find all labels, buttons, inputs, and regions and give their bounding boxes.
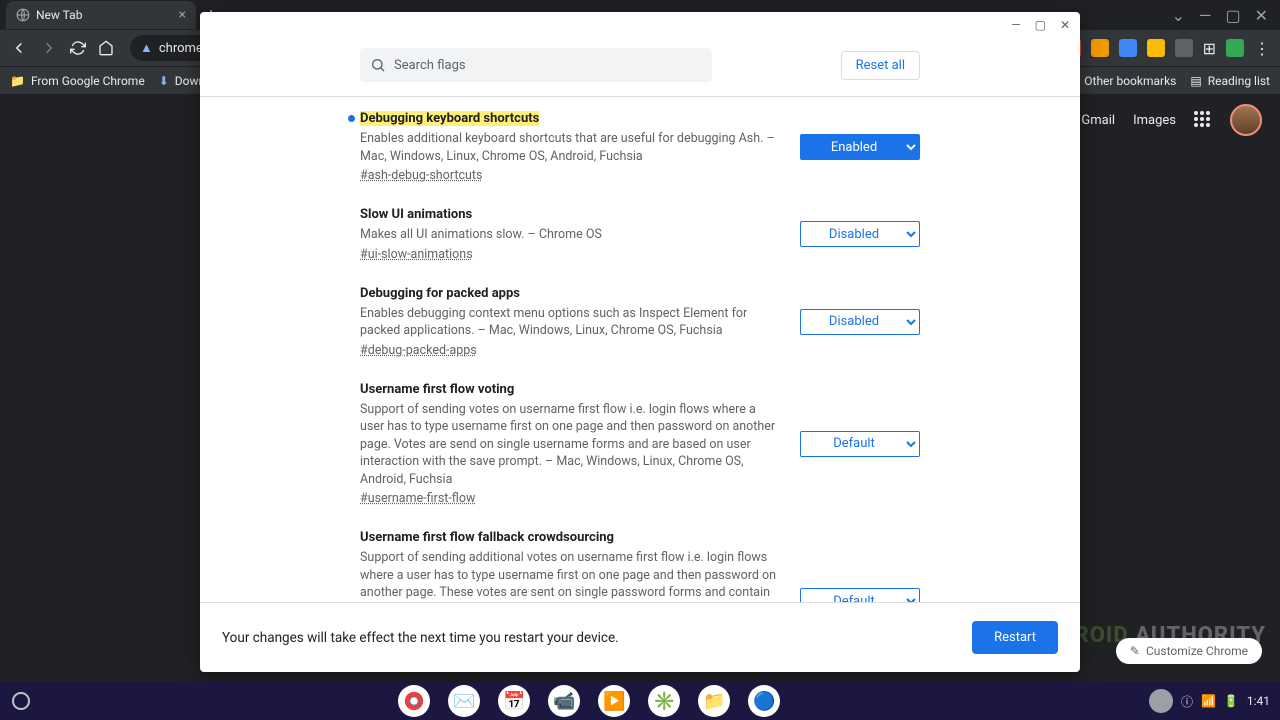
flags-window: — ▢ ✕ Search flags Reset all Debugging k… bbox=[200, 12, 1080, 672]
pencil-icon: ✎ bbox=[1130, 644, 1140, 658]
search-icon bbox=[370, 57, 386, 73]
flag-item: Slow UI animations Makes all UI animation… bbox=[360, 207, 920, 262]
other-bookmarks[interactable]: 📁 Other bookmarks bbox=[1063, 74, 1176, 88]
clock: 1:41 bbox=[1247, 694, 1270, 708]
flag-title: Username first flow voting bbox=[360, 382, 782, 397]
window-controls: ⌄ — ▢ ✕ bbox=[1172, 6, 1280, 25]
flag-anchor[interactable]: #username-first-flow bbox=[360, 491, 782, 506]
photos-app-icon[interactable]: ✳️ bbox=[648, 685, 680, 717]
flag-title: Slow UI animations bbox=[360, 207, 782, 222]
flag-dropdown[interactable]: Disabled bbox=[800, 221, 920, 247]
wifi-icon: 📶 bbox=[1201, 694, 1216, 708]
extensions-area: ⊞ ⋮ bbox=[1063, 39, 1270, 58]
flags-list: Debugging keyboard shortcuts Enables addi… bbox=[200, 97, 1080, 602]
extensions-puzzle-icon[interactable]: ⊞ bbox=[1203, 39, 1216, 58]
gmail-app-icon[interactable]: ✉️ bbox=[448, 685, 480, 717]
extension-icon[interactable] bbox=[1226, 39, 1244, 57]
flag-description: Enables debugging context menu options s… bbox=[360, 305, 782, 340]
flags-footer: Your changes will take effect the next t… bbox=[200, 602, 1080, 672]
gmail-link[interactable]: Gmail bbox=[1081, 113, 1115, 128]
globe-icon bbox=[16, 8, 30, 22]
list-icon: ▤ bbox=[1190, 74, 1201, 88]
flag-anchor[interactable]: #ui-slow-animations bbox=[360, 247, 782, 262]
browser-tab[interactable]: New Tab × bbox=[6, 1, 196, 29]
close-icon[interactable]: × bbox=[179, 7, 186, 23]
maximize-icon[interactable]: ▢ bbox=[1035, 18, 1046, 32]
extension-icon[interactable] bbox=[1091, 39, 1109, 57]
flag-item: Debugging keyboard shortcuts Enables addi… bbox=[360, 111, 920, 183]
system-tray[interactable]: ⓘ 📶 🔋 1:41 bbox=[1149, 689, 1280, 713]
flag-title: Debugging keyboard shortcuts bbox=[360, 111, 782, 126]
customize-chrome-button[interactable]: ✎ Customize Chrome bbox=[1116, 638, 1262, 664]
flag-anchor[interactable]: #debug-packed-apps bbox=[360, 343, 782, 358]
search-flags-input[interactable]: Search flags bbox=[360, 48, 712, 82]
calendar-app-icon[interactable]: 📅 bbox=[498, 685, 530, 717]
home-button[interactable] bbox=[98, 40, 114, 56]
battery-icon: 🔋 bbox=[1224, 694, 1239, 708]
address-bar[interactable]: ▲ chrome://fl bbox=[130, 35, 210, 61]
forward-button[interactable] bbox=[40, 39, 58, 57]
flag-description: Enables additional keyboard shortcuts th… bbox=[360, 130, 782, 165]
apps-grid-icon[interactable] bbox=[1194, 111, 1212, 129]
restart-button[interactable]: Restart bbox=[972, 621, 1058, 654]
warning-icon: ▲ bbox=[140, 40, 153, 56]
flag-description: Makes all UI animations slow. – Chrome O… bbox=[360, 226, 782, 244]
flag-description: Support of sending additional votes on u… bbox=[360, 549, 782, 602]
chrome-app-icon[interactable] bbox=[398, 685, 430, 717]
flag-item: Username first flow voting Support of sen… bbox=[360, 382, 920, 507]
bookmark-item[interactable]: 📁 From Google Chrome bbox=[10, 74, 145, 88]
flag-dropdown[interactable]: Disabled bbox=[800, 309, 920, 335]
window-titlebar: — ▢ ✕ bbox=[200, 12, 1080, 38]
download-icon: ⬇ bbox=[159, 74, 169, 88]
reading-list[interactable]: ▤ Reading list bbox=[1190, 74, 1270, 88]
extension-icon[interactable] bbox=[1175, 39, 1193, 57]
flags-header: Search flags Reset all bbox=[200, 38, 1080, 97]
shelf: ✉️ 📅 📹 ▶️ ✳️ 📁 🔵 ⓘ 📶 🔋 1:41 bbox=[0, 682, 1280, 720]
youtube-app-icon[interactable]: ▶️ bbox=[598, 685, 630, 717]
launcher-button[interactable] bbox=[12, 692, 30, 710]
app-icon[interactable]: 🔵 bbox=[748, 685, 780, 717]
maximize-icon[interactable]: ▢ bbox=[1225, 6, 1240, 25]
restart-message: Your changes will take effect the next t… bbox=[222, 630, 619, 646]
flag-dropdown[interactable]: Default bbox=[800, 588, 920, 602]
flag-item: Debugging for packed apps Enables debuggi… bbox=[360, 286, 920, 358]
flag-dropdown[interactable]: Default bbox=[800, 431, 920, 457]
tray-avatar[interactable] bbox=[1149, 689, 1173, 713]
minimize-icon[interactable]: — bbox=[1011, 18, 1020, 32]
images-link[interactable]: Images bbox=[1133, 113, 1176, 128]
flag-description: Support of sending votes on username fir… bbox=[360, 401, 782, 489]
back-button[interactable] bbox=[10, 39, 28, 57]
browser-menu-icon[interactable]: ⋮ bbox=[1254, 39, 1270, 58]
shelf-apps: ✉️ 📅 📹 ▶️ ✳️ 📁 🔵 bbox=[398, 685, 780, 717]
files-app-icon[interactable]: 📁 bbox=[698, 685, 730, 717]
notification-icon[interactable]: ⓘ bbox=[1181, 693, 1193, 710]
extension-icon[interactable] bbox=[1119, 39, 1137, 57]
folder-icon: 📁 bbox=[10, 74, 25, 88]
reset-all-button[interactable]: Reset all bbox=[841, 51, 920, 80]
tab-title: New Tab bbox=[36, 8, 82, 22]
meet-app-icon[interactable]: 📹 bbox=[548, 685, 580, 717]
flag-title: Username first flow fallback crowdsourci… bbox=[360, 530, 782, 545]
chevron-down-icon[interactable]: ⌄ bbox=[1172, 6, 1185, 25]
flag-anchor[interactable]: #ash-debug-shortcuts bbox=[360, 168, 782, 183]
close-icon[interactable]: ✕ bbox=[1060, 18, 1070, 32]
flag-dropdown[interactable]: Enabled bbox=[800, 134, 920, 160]
avatar[interactable] bbox=[1230, 104, 1262, 136]
extension-icon[interactable] bbox=[1147, 39, 1165, 57]
flag-title: Debugging for packed apps bbox=[360, 286, 782, 301]
reload-button[interactable] bbox=[70, 40, 86, 56]
close-window-icon[interactable]: ✕ bbox=[1255, 6, 1268, 25]
minimize-icon[interactable]: — bbox=[1199, 6, 1212, 25]
flag-item: Username first flow fallback crowdsourci… bbox=[360, 530, 920, 602]
